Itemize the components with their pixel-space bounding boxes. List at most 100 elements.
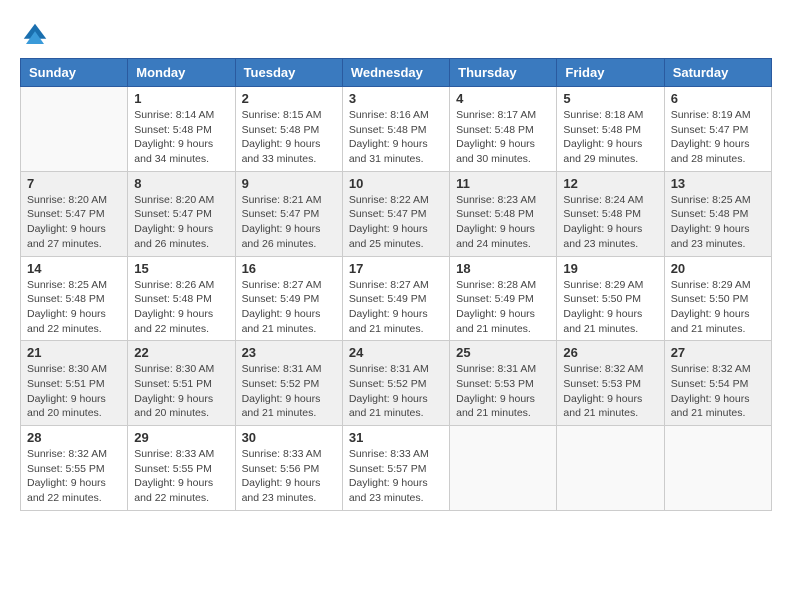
calendar-table: SundayMondayTuesdayWednesdayThursdayFrid… (20, 58, 772, 511)
day-number: 28 (27, 430, 121, 445)
day-number: 10 (349, 176, 443, 191)
day-info: Sunrise: 8:16 AMSunset: 5:48 PMDaylight:… (349, 108, 443, 167)
weekday-header: Thursday (450, 59, 557, 87)
day-info: Sunrise: 8:32 AMSunset: 5:54 PMDaylight:… (671, 362, 765, 421)
calendar-cell: 19 Sunrise: 8:29 AMSunset: 5:50 PMDayligh… (557, 256, 664, 341)
calendar-cell: 28 Sunrise: 8:32 AMSunset: 5:55 PMDayligh… (21, 426, 128, 511)
calendar-week-row: 7Sunrise: 8:20 AMSunset: 5:47 PMDaylight… (21, 171, 772, 256)
day-info: Sunrise: 8:25 AMSunset: 5:48 PMDaylight:… (27, 278, 121, 337)
day-info: Sunrise: 8:22 AMSunset: 5:47 PMDaylight:… (349, 193, 443, 252)
day-info: Sunrise: 8:26 AMSunset: 5:48 PMDaylight:… (134, 278, 228, 337)
calendar-cell: 2 Sunrise: 8:15 AMSunset: 5:48 PMDaylight… (235, 87, 342, 172)
day-info: Sunrise: 8:27 AMSunset: 5:49 PMDaylight:… (349, 278, 443, 337)
day-number: 15 (134, 261, 228, 276)
weekday-header: Sunday (21, 59, 128, 87)
calendar-cell: 13 Sunrise: 8:25 AMSunset: 5:48 PMDayligh… (664, 171, 771, 256)
day-info: Sunrise: 8:20 AMSunset: 5:47 PMDaylight:… (27, 193, 121, 252)
logo (20, 20, 54, 50)
calendar-cell (557, 426, 664, 511)
day-info: Sunrise: 8:30 AMSunset: 5:51 PMDaylight:… (134, 362, 228, 421)
day-number: 30 (242, 430, 336, 445)
day-info: Sunrise: 8:20 AMSunset: 5:47 PMDaylight:… (134, 193, 228, 252)
day-info: Sunrise: 8:31 AMSunset: 5:53 PMDaylight:… (456, 362, 550, 421)
calendar-cell: 22 Sunrise: 8:30 AMSunset: 5:51 PMDayligh… (128, 341, 235, 426)
calendar-cell: 24Sunrise: 8:31 AMSunset: 5:52 PMDayligh… (342, 341, 449, 426)
day-info: Sunrise: 8:29 AMSunset: 5:50 PMDaylight:… (671, 278, 765, 337)
calendar-cell: 3 Sunrise: 8:16 AMSunset: 5:48 PMDaylight… (342, 87, 449, 172)
calendar-cell: 9Sunrise: 8:21 AMSunset: 5:47 PMDaylight… (235, 171, 342, 256)
day-number: 17 (349, 261, 443, 276)
weekday-header: Saturday (664, 59, 771, 87)
day-number: 16 (242, 261, 336, 276)
day-number: 31 (349, 430, 443, 445)
day-number: 21 (27, 345, 121, 360)
calendar-week-row: 1Sunrise: 8:14 AMSunset: 5:48 PMDaylight… (21, 87, 772, 172)
day-number: 14 (27, 261, 121, 276)
calendar-cell: 31 Sunrise: 8:33 AMSunset: 5:57 PMDayligh… (342, 426, 449, 511)
calendar-cell (664, 426, 771, 511)
day-info: Sunrise: 8:33 AMSunset: 5:57 PMDaylight:… (349, 447, 443, 506)
day-info: Sunrise: 8:27 AMSunset: 5:49 PMDaylight:… (242, 278, 336, 337)
day-info: Sunrise: 8:25 AMSunset: 5:48 PMDaylight:… (671, 193, 765, 252)
day-number: 8 (134, 176, 228, 191)
calendar-cell (450, 426, 557, 511)
calendar-cell: 8 Sunrise: 8:20 AMSunset: 5:47 PMDaylight… (128, 171, 235, 256)
calendar-cell: 10 Sunrise: 8:22 AMSunset: 5:47 PMDayligh… (342, 171, 449, 256)
calendar-cell: 30 Sunrise: 8:33 AMSunset: 5:56 PMDayligh… (235, 426, 342, 511)
calendar-cell: 1Sunrise: 8:14 AMSunset: 5:48 PMDaylight… (128, 87, 235, 172)
calendar-cell: 11 Sunrise: 8:23 AMSunset: 5:48 PMDayligh… (450, 171, 557, 256)
day-info: Sunrise: 8:15 AMSunset: 5:48 PMDaylight:… (242, 108, 336, 167)
day-info: Sunrise: 8:32 AMSunset: 5:55 PMDaylight:… (27, 447, 121, 506)
calendar-cell: 27 Sunrise: 8:32 AMSunset: 5:54 PMDayligh… (664, 341, 771, 426)
day-number: 27 (671, 345, 765, 360)
day-info: Sunrise: 8:31 AMSunset: 5:52 PMDaylight:… (349, 362, 443, 421)
day-info: Sunrise: 8:18 AMSunset: 5:48 PMDaylight:… (563, 108, 657, 167)
weekday-header: Tuesday (235, 59, 342, 87)
day-number: 20 (671, 261, 765, 276)
day-number: 5 (563, 91, 657, 106)
calendar-cell: 18 Sunrise: 8:28 AMSunset: 5:49 PMDayligh… (450, 256, 557, 341)
weekday-header: Wednesday (342, 59, 449, 87)
calendar-cell: 16 Sunrise: 8:27 AMSunset: 5:49 PMDayligh… (235, 256, 342, 341)
day-number: 9 (242, 176, 336, 191)
calendar-cell: 29Sunrise: 8:33 AMSunset: 5:55 PMDayligh… (128, 426, 235, 511)
calendar-cell: 17 Sunrise: 8:27 AMSunset: 5:49 PMDayligh… (342, 256, 449, 341)
calendar-header-row: SundayMondayTuesdayWednesdayThursdayFrid… (21, 59, 772, 87)
logo-icon (20, 20, 50, 50)
day-info: Sunrise: 8:23 AMSunset: 5:48 PMDaylight:… (456, 193, 550, 252)
calendar-week-row: 28 Sunrise: 8:32 AMSunset: 5:55 PMDayligh… (21, 426, 772, 511)
day-info: Sunrise: 8:29 AMSunset: 5:50 PMDaylight:… (563, 278, 657, 337)
day-number: 23 (242, 345, 336, 360)
calendar-cell: 14 Sunrise: 8:25 AMSunset: 5:48 PMDayligh… (21, 256, 128, 341)
day-info: Sunrise: 8:28 AMSunset: 5:49 PMDaylight:… (456, 278, 550, 337)
day-number: 2 (242, 91, 336, 106)
calendar-cell: 15 Sunrise: 8:26 AMSunset: 5:48 PMDayligh… (128, 256, 235, 341)
calendar-cell: 20 Sunrise: 8:29 AMSunset: 5:50 PMDayligh… (664, 256, 771, 341)
day-info: Sunrise: 8:19 AMSunset: 5:47 PMDaylight:… (671, 108, 765, 167)
day-info: Sunrise: 8:31 AMSunset: 5:52 PMDaylight:… (242, 362, 336, 421)
day-number: 13 (671, 176, 765, 191)
day-info: Sunrise: 8:32 AMSunset: 5:53 PMDaylight:… (563, 362, 657, 421)
calendar-cell: 23 Sunrise: 8:31 AMSunset: 5:52 PMDayligh… (235, 341, 342, 426)
day-number: 3 (349, 91, 443, 106)
calendar-cell: 25 Sunrise: 8:31 AMSunset: 5:53 PMDayligh… (450, 341, 557, 426)
day-number: 11 (456, 176, 550, 191)
day-number: 29 (134, 430, 228, 445)
day-number: 12 (563, 176, 657, 191)
calendar-cell: 5 Sunrise: 8:18 AMSunset: 5:48 PMDaylight… (557, 87, 664, 172)
day-info: Sunrise: 8:17 AMSunset: 5:48 PMDaylight:… (456, 108, 550, 167)
calendar-cell: 21Sunrise: 8:30 AMSunset: 5:51 PMDayligh… (21, 341, 128, 426)
day-number: 22 (134, 345, 228, 360)
calendar-week-row: 14 Sunrise: 8:25 AMSunset: 5:48 PMDayligh… (21, 256, 772, 341)
calendar-cell: 7Sunrise: 8:20 AMSunset: 5:47 PMDaylight… (21, 171, 128, 256)
day-number: 19 (563, 261, 657, 276)
day-number: 25 (456, 345, 550, 360)
calendar-cell (21, 87, 128, 172)
day-info: Sunrise: 8:24 AMSunset: 5:48 PMDaylight:… (563, 193, 657, 252)
calendar-cell: 4Sunrise: 8:17 AMSunset: 5:48 PMDaylight… (450, 87, 557, 172)
day-info: Sunrise: 8:33 AMSunset: 5:56 PMDaylight:… (242, 447, 336, 506)
day-info: Sunrise: 8:14 AMSunset: 5:48 PMDaylight:… (134, 108, 228, 167)
calendar-week-row: 21 Sunrise: 8:30 AMSunset: 5:51 PMDayligh… (21, 341, 772, 426)
weekday-header: Monday (128, 59, 235, 87)
day-number: 18 (456, 261, 550, 276)
